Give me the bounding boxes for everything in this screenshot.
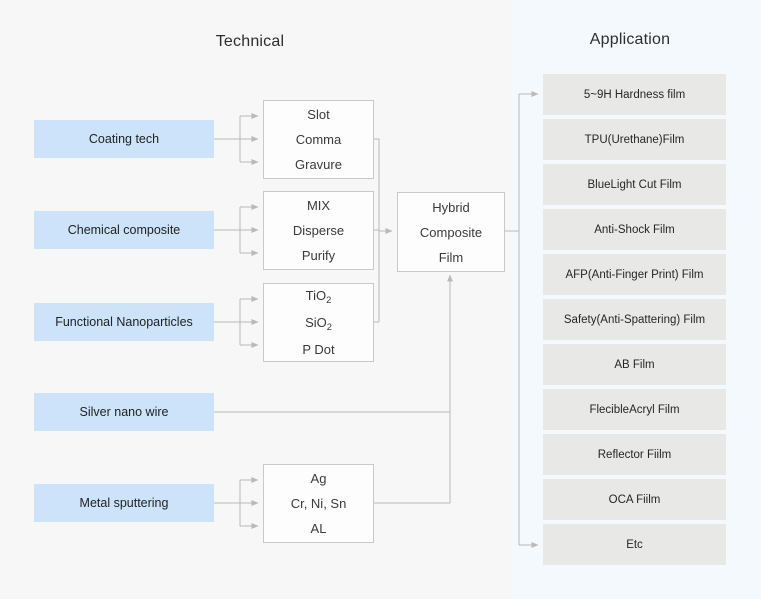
application-box-oca[interactable]: OCA Fiilm bbox=[543, 479, 726, 520]
source-box-silver-nano-wire[interactable]: Silver nano wire bbox=[34, 393, 214, 431]
source-box-metal-sputtering[interactable]: Metal sputtering bbox=[34, 484, 214, 522]
process-line: Gravure bbox=[295, 157, 342, 172]
process-line: TiO2 bbox=[306, 283, 332, 310]
application-box-ab-film[interactable]: AB Film bbox=[543, 344, 726, 385]
hybrid-line-2: Composite bbox=[419, 224, 483, 240]
process-line-base: SiO bbox=[305, 315, 327, 330]
technical-column-title: Technical bbox=[215, 33, 285, 50]
process-line-base: TiO bbox=[305, 288, 327, 303]
application-box-anti-shock[interactable]: Anti-Shock Film bbox=[543, 209, 726, 250]
process-box-coating[interactable]: Slot Comma Gravure bbox=[263, 100, 374, 179]
application-box-afp[interactable]: AFP(Anti-Finger Print) Film bbox=[543, 254, 726, 295]
application-column-title: Application bbox=[589, 31, 671, 48]
process-box-metal[interactable]: Ag Cr, Ni, Sn AL bbox=[263, 464, 374, 543]
application-box-safety[interactable]: Safety(Anti-Spattering) Film bbox=[543, 299, 726, 340]
hybrid-composite-film-box[interactable]: Hybrid Composite Film bbox=[397, 192, 505, 272]
source-box-functional-nanoparticles[interactable]: Functional Nanoparticles bbox=[34, 303, 214, 341]
hybrid-line-3: Film bbox=[438, 249, 464, 265]
process-line: SiO2 bbox=[305, 310, 332, 337]
process-box-chemical[interactable]: MIX Disperse Purify bbox=[263, 191, 374, 270]
process-line-subscript: 2 bbox=[326, 322, 332, 332]
process-line: Cr, Ni, Sn bbox=[290, 496, 347, 511]
application-box-hardness-film[interactable]: 5~9H Hardness film bbox=[543, 74, 726, 115]
process-line: Purify bbox=[301, 248, 336, 263]
process-box-nanoparticles[interactable]: TiO2 SiO2 P Dot bbox=[263, 283, 374, 362]
source-box-coating-tech[interactable]: Coating tech bbox=[34, 120, 214, 158]
application-box-etc[interactable]: Etc bbox=[543, 524, 726, 565]
process-line: Ag bbox=[310, 471, 327, 486]
hybrid-line-1: Hybrid bbox=[432, 199, 470, 215]
process-line-subscript: 2 bbox=[326, 295, 332, 305]
source-box-chemical-composite[interactable]: Chemical composite bbox=[34, 211, 214, 249]
flowchart-canvas: Technical Application Coating tech Chemi… bbox=[0, 0, 761, 599]
process-line: Disperse bbox=[292, 223, 345, 238]
process-line: Comma bbox=[295, 132, 342, 147]
application-box-tpu-film[interactable]: TPU(Urethane)Film bbox=[543, 119, 726, 160]
process-line: MIX bbox=[306, 198, 331, 213]
application-box-bluelight-cut[interactable]: BlueLight Cut Film bbox=[543, 164, 726, 205]
application-box-reflector[interactable]: Reflector Fiilm bbox=[543, 434, 726, 475]
process-line: AL bbox=[310, 521, 327, 536]
process-line: Slot bbox=[307, 107, 330, 122]
process-line: P Dot bbox=[302, 342, 335, 357]
application-box-flecible-acryl[interactable]: FlecibleAcryl Film bbox=[543, 389, 726, 430]
